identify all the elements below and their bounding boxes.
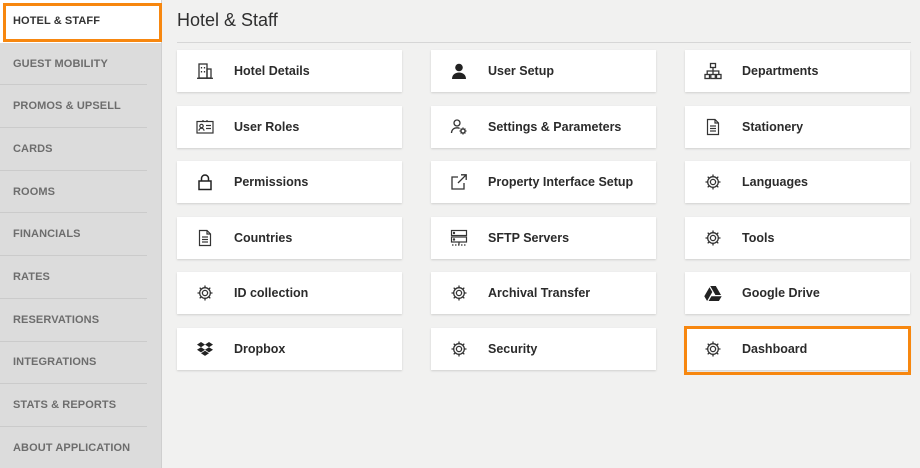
gear-icon: [449, 283, 469, 303]
card-label: Settings & Parameters: [488, 120, 622, 134]
sidebar-item-cards[interactable]: CARDS: [0, 128, 147, 171]
card-label: Stationery: [742, 120, 804, 134]
card-label: SFTP Servers: [488, 231, 570, 245]
sidebar-item-label: HOTEL & STAFF: [13, 15, 101, 28]
sidebar-item-guest-mobility[interactable]: GUEST MOBILITY: [0, 43, 147, 86]
sidebar-item-reservations[interactable]: RESERVATIONS: [0, 299, 147, 342]
card-label: Countries: [234, 231, 293, 245]
page-title: Hotel & Staff: [177, 10, 278, 30]
card-user-setup[interactable]: User Setup: [431, 50, 656, 92]
document-icon: [195, 228, 215, 248]
sidebar-item-rates[interactable]: RATES: [0, 256, 147, 299]
sidebar-item-label: INTEGRATIONS: [13, 356, 97, 369]
org-chart-icon: [703, 61, 723, 81]
card-languages[interactable]: Languages: [685, 161, 910, 203]
title-divider: [177, 42, 911, 43]
card-id-collection[interactable]: ID collection: [177, 272, 402, 314]
card-archival-transfer[interactable]: Archival Transfer: [431, 272, 656, 314]
sidebar-item-rooms[interactable]: ROOMS: [0, 171, 147, 214]
sidebar-item-label: ROOMS: [13, 185, 56, 198]
lock-icon: [195, 172, 215, 192]
card-label: Archival Transfer: [488, 286, 591, 300]
sidebar-item-promos-upsell[interactable]: PROMOS & UPSELL: [0, 85, 147, 129]
card-countries[interactable]: Countries: [177, 217, 402, 259]
card-label: Languages: [742, 175, 808, 189]
external-link-icon: [449, 172, 469, 192]
card-label: ID collection: [234, 286, 309, 300]
card-label: Tools: [742, 231, 775, 245]
gear-icon: [703, 228, 723, 248]
google-drive-icon: [703, 283, 723, 303]
card-hotel-details[interactable]: Hotel Details: [177, 50, 402, 92]
card-settings-parameters[interactable]: Settings & Parameters: [431, 106, 656, 148]
server-icon: [449, 228, 469, 248]
card-label: Departments: [742, 64, 819, 78]
card-label: Google Drive: [742, 286, 820, 300]
card-label: User Setup: [488, 64, 554, 78]
card-google-drive[interactable]: Google Drive: [685, 272, 910, 314]
sidebar-item-integrations[interactable]: INTEGRATIONS: [0, 342, 147, 385]
card-property-interface-setup[interactable]: Property Interface Setup: [431, 161, 656, 203]
card-dashboard[interactable]: Dashboard: [685, 328, 910, 370]
card-security[interactable]: Security: [431, 328, 656, 370]
card-label: Security: [488, 342, 538, 356]
sidebar: HOTEL & STAFF GUEST MOBILITY PROMOS & UP…: [0, 0, 162, 468]
card-permissions[interactable]: Permissions: [177, 161, 402, 203]
gear-icon: [703, 339, 723, 359]
card-stationery[interactable]: Stationery: [685, 106, 910, 148]
sidebar-item-stats-reports[interactable]: STATS & REPORTS: [0, 384, 147, 427]
sidebar-item-label: RATES: [13, 270, 50, 283]
card-user-roles[interactable]: User Roles: [177, 106, 402, 148]
user-icon: [449, 61, 469, 81]
id-card-icon: [195, 117, 215, 137]
sidebar-item-label: FINANCIALS: [13, 228, 81, 241]
sidebar-item-about-application[interactable]: ABOUT APPLICATION: [0, 427, 147, 468]
card-label: User Roles: [234, 120, 300, 134]
card-sftp-servers[interactable]: SFTP Servers: [431, 217, 656, 259]
sidebar-item-label: RESERVATIONS: [13, 313, 100, 326]
gear-icon: [449, 339, 469, 359]
card-dropbox[interactable]: Dropbox: [177, 328, 402, 370]
card-label: Property Interface Setup: [488, 175, 634, 189]
sidebar-item-label: PROMOS & UPSELL: [13, 100, 121, 113]
gear-icon: [195, 283, 215, 303]
user-settings-icon: [449, 117, 469, 137]
sidebar-item-hotel-staff[interactable]: HOTEL & STAFF: [0, 0, 161, 43]
sidebar-item-label: GUEST MOBILITY: [13, 57, 108, 70]
dropbox-icon: [195, 339, 215, 359]
document-icon: [703, 117, 723, 137]
sidebar-item-label: STATS & REPORTS: [13, 399, 117, 412]
gear-icon: [703, 172, 723, 192]
card-label: Dropbox: [234, 342, 286, 356]
building-icon: [195, 61, 215, 81]
card-label: Permissions: [234, 175, 309, 189]
card-tools[interactable]: Tools: [685, 217, 910, 259]
sidebar-item-label: ABOUT APPLICATION: [13, 442, 131, 455]
sidebar-item-label: CARDS: [13, 142, 53, 155]
card-label: Dashboard: [742, 342, 808, 356]
card-departments[interactable]: Departments: [685, 50, 910, 92]
card-label: Hotel Details: [234, 64, 310, 78]
sidebar-item-financials[interactable]: FINANCIALS: [0, 213, 147, 257]
